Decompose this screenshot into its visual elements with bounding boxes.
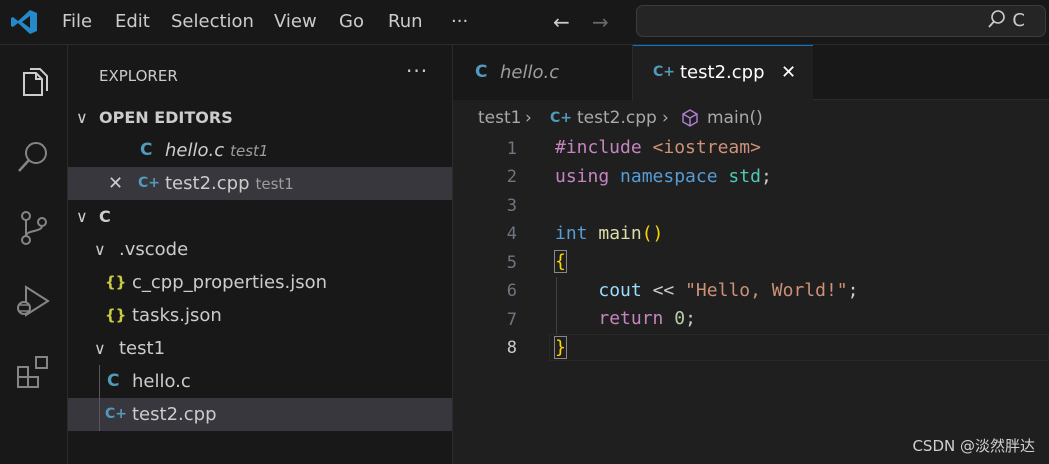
open-editors-header[interactable]: ∨ OPEN EDITORS <box>68 101 452 134</box>
chevron-down-icon: ∨ <box>76 108 88 127</box>
current-line-highlight <box>549 334 1049 361</box>
tree-item-label: .vscode <box>119 239 189 260</box>
line-number: 4 <box>506 224 517 244</box>
forward-arrow-icon[interactable]: → <box>592 10 609 34</box>
tree-item-label: c_cpp_properties.json <box>132 272 328 293</box>
chevron-right-icon: › <box>525 108 532 128</box>
line-number: 5 <box>506 253 517 273</box>
run-and-debug-icon[interactable] <box>14 281 54 321</box>
c-file-icon: C <box>475 62 488 82</box>
code-line-4: int main() <box>555 223 664 244</box>
json-file-icon: {} <box>105 306 127 324</box>
tree-file-c-cpp-properties[interactable]: {} c_cpp_properties.json <box>68 266 452 299</box>
line-number-current: 8 <box>506 338 517 358</box>
editor-tabs: C hello.c C+ test2.cpp ✕ <box>453 45 1049 100</box>
line-number: 7 <box>506 310 517 330</box>
command-center-text: C <box>1012 10 1025 31</box>
code-line-2: using namespace std; <box>555 166 772 187</box>
extensions-icon[interactable] <box>14 353 54 393</box>
chevron-down-icon: ∨ <box>94 339 106 358</box>
breadcrumb-symbol[interactable]: main() <box>707 101 763 135</box>
method-cube-icon <box>682 109 698 127</box>
line-number: 1 <box>506 139 517 159</box>
open-editor-folder: test1 <box>230 142 269 160</box>
line-number: 3 <box>506 196 517 216</box>
tree-folder-test1[interactable]: ∨ test1 <box>68 332 452 365</box>
menu-edit[interactable]: Edit <box>115 0 150 44</box>
c-file-icon: C <box>140 140 153 160</box>
activity-bar <box>0 45 68 464</box>
line-number: 2 <box>506 167 517 187</box>
breadcrumb: test1 › C+ test2.cpp › main() <box>453 101 1049 135</box>
tab-close-icon[interactable]: ✕ <box>781 46 796 99</box>
open-editor-folder: test1 <box>255 175 294 193</box>
explorer-title: EXPLORER <box>99 67 178 85</box>
tab-hello-c[interactable]: C hello.c <box>453 45 633 100</box>
tree-item-label: test1 <box>119 338 166 359</box>
chevron-down-icon: ∨ <box>76 207 88 226</box>
tree-file-test2-cpp[interactable]: C+ test2.cpp <box>68 398 452 431</box>
explorer-files-icon[interactable] <box>14 65 54 105</box>
tree-file-tasks-json[interactable]: {} tasks.json <box>68 299 452 332</box>
open-editor-item-hello-c[interactable]: C hello.c test1 <box>68 134 452 167</box>
code-line-1: #include <iostream> <box>555 137 761 158</box>
menu-selection[interactable]: Selection <box>171 0 254 44</box>
back-arrow-icon[interactable]: ← <box>553 10 570 34</box>
close-icon[interactable]: ✕ <box>108 167 123 200</box>
command-center-search[interactable]: C <box>636 5 1046 37</box>
tab-test2-cpp[interactable]: C+ test2.cpp ✕ <box>633 45 813 100</box>
code-line-7: return 0; <box>598 308 696 329</box>
title-bar: File Edit Selection View Go Run ··· ← → … <box>0 0 1049 45</box>
breadcrumb-file[interactable]: test2.cpp <box>577 101 657 135</box>
folder-label: C <box>99 207 111 226</box>
open-editor-name: hello.c <box>165 140 225 161</box>
cpp-file-icon: C+ <box>105 406 128 422</box>
source-control-icon[interactable] <box>14 208 54 248</box>
cpp-file-icon: C+ <box>653 64 676 80</box>
menu-go[interactable]: Go <box>339 0 364 44</box>
code-editor[interactable]: 1 2 3 4 5 6 7 8 #include <iostream> usin… <box>453 135 1049 464</box>
search-icon[interactable] <box>14 137 54 177</box>
indent-guide <box>556 277 557 334</box>
menu-more[interactable]: ··· <box>451 0 468 44</box>
chevron-down-icon: ∨ <box>94 240 106 259</box>
explorer-sidebar: EXPLORER ··· ∨ OPEN EDITORS C hello.c tes… <box>68 45 453 464</box>
search-icon <box>988 10 1005 28</box>
open-editor-name: test2.cpp <box>165 173 250 194</box>
tree-item-label: tasks.json <box>132 305 222 326</box>
chevron-right-icon: › <box>662 108 669 128</box>
menu-view[interactable]: View <box>274 0 317 44</box>
code-line-6: cout << "Hello, World!"; <box>598 280 859 301</box>
tree-folder-vscode[interactable]: ∨ .vscode <box>68 233 452 266</box>
menu-run[interactable]: Run <box>388 0 423 44</box>
open-editor-item-test2-cpp[interactable]: ✕ C+ test2.cpp test1 <box>68 167 452 200</box>
watermark-text: CSDN @淡然胖达 <box>912 437 1035 455</box>
vscode-logo-icon[interactable] <box>10 9 38 35</box>
tree-item-label: test2.cpp <box>132 404 217 425</box>
tree-file-hello-c[interactable]: C hello.c <box>68 365 452 398</box>
code-line-8: } <box>554 336 567 359</box>
folder-header-c[interactable]: ∨ C <box>68 200 452 233</box>
menu-file[interactable]: File <box>62 0 92 44</box>
json-file-icon: {} <box>105 273 127 291</box>
tree-item-label: hello.c <box>132 371 191 392</box>
open-editors-label: OPEN EDITORS <box>99 108 233 127</box>
explorer-more-actions[interactable]: ··· <box>406 59 428 83</box>
c-file-icon: C <box>107 371 120 391</box>
indent-guide <box>99 365 100 431</box>
breadcrumb-folder[interactable]: test1 <box>478 101 521 135</box>
code-line-5: { <box>554 250 567 273</box>
tab-label: test2.cpp <box>680 62 765 83</box>
cpp-file-icon: C+ <box>550 110 573 126</box>
tab-label: hello.c <box>500 62 560 83</box>
cpp-file-icon: C+ <box>138 175 161 191</box>
line-number: 6 <box>506 281 517 301</box>
